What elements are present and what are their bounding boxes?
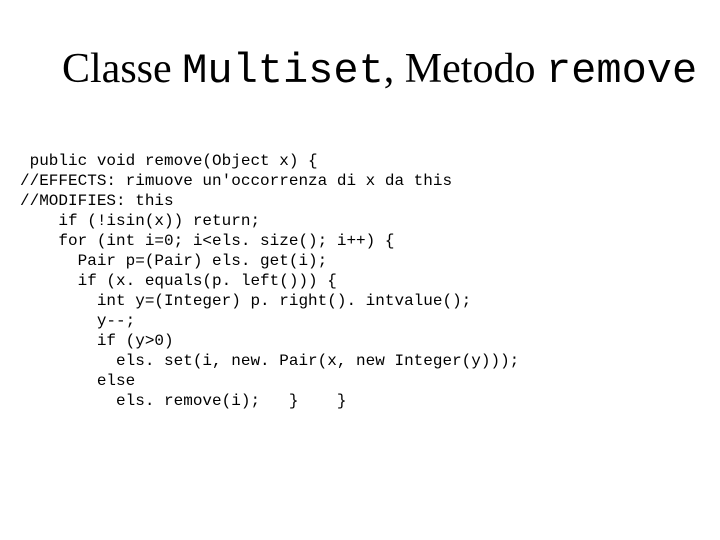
code-line: else xyxy=(20,372,135,390)
code-block: public void remove(Object x) { //EFFECTS… xyxy=(0,131,720,411)
title-mono-1: Multiset xyxy=(182,47,384,95)
title-mono-2: remove xyxy=(546,47,697,95)
code-line: els. set(i, new. Pair(x, new Integer(y))… xyxy=(20,352,519,370)
code-line: public void remove(Object x) { xyxy=(20,152,318,170)
code-line: Pair p=(Pair) els. get(i); xyxy=(20,252,327,270)
code-line: if (!isin(x)) return; xyxy=(20,212,260,230)
code-line: y--; xyxy=(20,312,135,330)
code-line: if (y>0) xyxy=(20,332,174,350)
code-line: //EFFECTS: rimuove un'occorrenza di x da… xyxy=(20,172,452,190)
title-text-1: Classe xyxy=(62,46,182,92)
code-line: els. remove(i); } } xyxy=(20,392,346,410)
title-text-2: , Metodo xyxy=(384,46,546,92)
slide: Classe Multiset, Metodo remove public vo… xyxy=(0,0,720,540)
code-line: if (x. equals(p. left())) { xyxy=(20,272,337,290)
slide-title: Classe Multiset, Metodo remove xyxy=(0,45,720,95)
code-line: for (int i=0; i<els. size(); i++) { xyxy=(20,232,394,250)
code-line: //MODIFIES: this xyxy=(20,192,174,210)
code-line: int y=(Integer) p. right(). intvalue(); xyxy=(20,292,471,310)
